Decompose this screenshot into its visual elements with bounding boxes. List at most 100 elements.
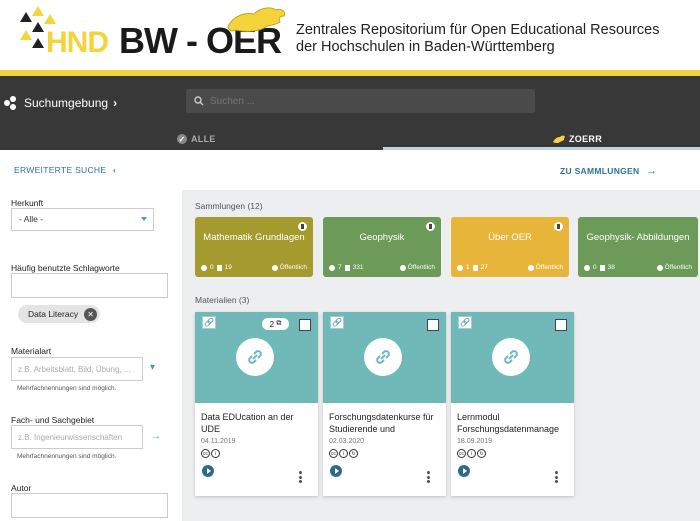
tab-zoerr-label: ZOERR [569,134,602,144]
logo-triangle-icon [32,6,44,16]
more-options-icon[interactable] [299,471,302,483]
environment-icon [4,96,18,110]
material-thumbnail: 🔗 [451,312,574,403]
materialart-label: Materialart [11,346,52,356]
pin-icon [426,222,435,231]
schlagworte-input[interactable] [11,273,168,298]
tab-all[interactable]: ✓ ALLE [177,128,216,150]
material-title[interactable]: Lernmodul Forschungsdatenmanage [457,411,571,435]
herkunft-label: Herkunft [11,198,44,208]
visibility-label: Öffentlich [279,264,307,271]
cc-icon: cc [457,449,466,458]
collection-count-a: 0 [593,264,597,271]
autor-input[interactable] [11,493,168,518]
select-checkbox[interactable] [299,319,311,331]
copies-icon: ⧉ [276,320,282,327]
header-title: Zentrales Repositorium für Open Educatio… [296,22,659,56]
collection-stats: 0 19 [201,264,232,271]
collection-card[interactable]: Über OER 1 27 Öffentlich [451,217,569,277]
arrow-right-icon[interactable]: → [151,431,161,442]
keyword-chip[interactable]: Data Literacy ✕ [18,305,101,323]
advanced-search-link[interactable]: ERWEITERTE SUCHE ‹ [14,165,116,175]
lion-icon [553,135,565,143]
schlagworte-label: Häufig benutzte Schlagworte [11,263,120,273]
collection-card[interactable]: Geophysik- Abbildungen 0 38 Öffentlich [578,217,698,277]
chevron-left-icon: ‹ [113,165,117,175]
tab-all-label: ALLE [191,134,216,144]
cc-icon: cc [329,449,338,458]
collection-title: Mathematik Grundlagen [203,232,305,243]
logo-triangle-icon [32,38,44,48]
logo-hnd-text: HND [46,26,109,59]
open-icon[interactable] [330,465,342,477]
by-icon: i [339,449,348,458]
fach-hint: Mehrfachnennungen sind möglich. [17,453,117,460]
version-badge: 2 ⧉ [262,318,289,330]
select-checkbox[interactable] [427,319,439,331]
arrow-right-icon: → [646,165,658,177]
select-checkbox[interactable] [555,319,567,331]
more-options-icon[interactable] [555,471,558,483]
collection-count-b: 19 [224,264,232,271]
visibility-label: Öffentlich [535,264,563,271]
collection-count-a: 7 [338,264,342,271]
collection-count-b: 38 [607,264,615,271]
file-icon [344,264,350,271]
link-icon [236,338,274,376]
material-thumbnail: 🔗 2 ⧉ [195,312,318,403]
open-icon[interactable] [202,465,214,477]
keyword-chip-label: Data Literacy [28,309,79,319]
globe-icon [271,264,278,271]
open-icon[interactable] [458,465,470,477]
collection-title: Geophysik [359,232,405,243]
autor-label: Autor [11,483,32,493]
to-collections-label: ZU SAMMLUNGEN [560,166,640,176]
search-input[interactable] [210,95,510,107]
material-title[interactable]: Data EDUcation an der UDE [201,411,315,435]
dropdown-arrow-icon[interactable]: ▾ [150,362,155,373]
visibility: Öffentlich [271,264,307,271]
collection-title: Über OER [488,232,532,243]
herkunft-value: - Alle - [19,214,44,224]
sub-collection-icon [584,264,590,271]
visibility: Öffentlich [399,264,435,271]
material-title[interactable]: Forschungsdatenkurse für Studierende und [329,411,443,435]
pin-icon [554,222,563,231]
by-icon: i [467,449,476,458]
collection-stats: 7 331 [329,264,363,271]
collection-card[interactable]: Geophysik 7 331 Öffentlich [323,217,441,277]
pin-icon [298,222,307,231]
visibility-label: Öffentlich [407,264,435,271]
fach-label: Fach- und Sachgebiet [11,415,95,425]
logo-triangle-icon [20,12,32,22]
search-environment-button[interactable]: Suchumgebung › [4,93,117,113]
fach-input[interactable]: z.B. Ingenieurwissenschaften [11,425,143,449]
dropdown-arrow-icon [141,217,147,221]
environment-label: Suchumgebung [24,96,109,110]
sub-collection-icon [201,264,207,271]
collection-stats: 1 27 [457,264,488,271]
globe-icon [527,264,534,271]
file-icon [599,264,605,271]
sa-icon: ↻ [349,449,358,458]
material-card[interactable]: 🔗 2 ⧉ Data EDUcation an der UDE 04.11.20… [195,312,318,496]
material-card[interactable]: 🔗 Forschungsdatenkurse für Studierende u… [323,312,446,496]
chevron-right-icon: › [113,96,118,110]
file-icon [216,264,222,271]
materialart-input[interactable]: z.B. Arbeitsblatt, Bild, Übung, ... [11,357,143,381]
material-card[interactable]: 🔗 Lernmodul Forschungsdatenmanage 18.09.… [451,312,574,496]
collection-card[interactable]: Mathematik Grundlagen 0 19 Öffentlich [195,217,313,277]
materialart-hint: Mehrfachnennungen sind möglich. [17,385,117,392]
link-icon [492,338,530,376]
to-collections-link[interactable]: ZU SAMMLUNGEN → [560,165,657,177]
more-options-icon[interactable] [427,471,430,483]
herkunft-select[interactable]: - Alle - [11,208,154,231]
license-icons: cc i [201,449,220,458]
remove-chip-icon[interactable]: ✕ [84,307,98,321]
visibility: Öffentlich [656,264,692,271]
sa-icon: ↻ [477,449,486,458]
material-date: 04.11.2019 [201,438,236,445]
hnd-bw-oer-logo[interactable]: HND BW - OER [18,4,286,64]
lion-icon [227,7,285,32]
search-bar[interactable] [186,89,535,113]
